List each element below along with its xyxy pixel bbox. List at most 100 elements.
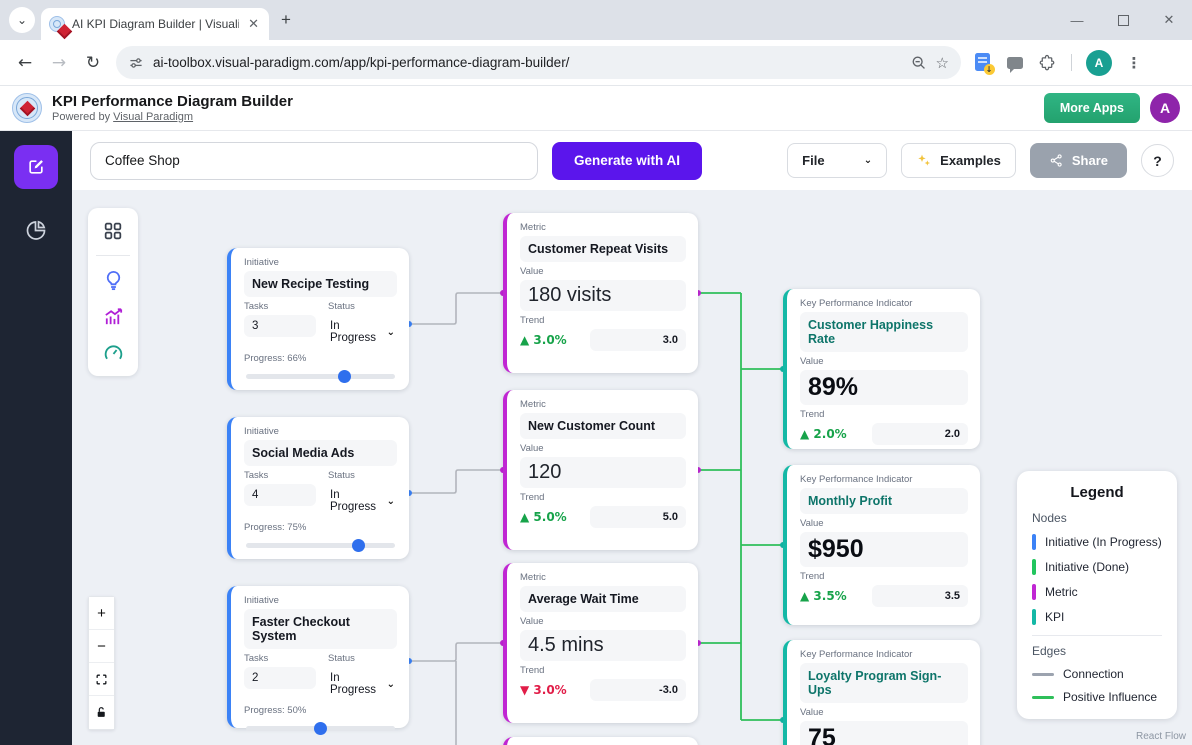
react-flow-attribution[interactable]: React Flow — [1136, 731, 1186, 742]
new-tab-button[interactable]: + — [281, 10, 291, 30]
kpi-node[interactable]: Key Performance Indicator Monthly Profit… — [783, 465, 980, 625]
site-settings-icon[interactable] — [128, 55, 144, 71]
zoom-out-button[interactable]: − — [89, 630, 114, 663]
metric-value-field[interactable]: 4.5 mins — [520, 630, 686, 661]
legend-item: Connection — [1032, 667, 1162, 681]
canvas-controls: + − — [88, 596, 115, 730]
sidebar-item-charts[interactable] — [21, 215, 51, 245]
more-apps-button[interactable]: More Apps — [1043, 93, 1140, 123]
chat-icon[interactable] — [1001, 49, 1029, 77]
kpi-gauge-icon[interactable] — [102, 341, 125, 364]
kpi-node[interactable]: Key Performance Indicator Loyalty Progra… — [783, 640, 980, 745]
initiative-name-field[interactable]: New Recipe Testing — [244, 271, 397, 297]
app-header: KPI Performance Diagram Builder Powered … — [0, 86, 1192, 131]
trend-value-field[interactable]: 5.0 — [590, 506, 686, 528]
tasks-field[interactable]: 3 — [244, 315, 316, 337]
initiative-node[interactable]: Initiative New Recipe Testing Tasks 3 St… — [227, 248, 409, 390]
app-title-block: KPI Performance Diagram Builder Powered … — [52, 93, 293, 122]
initiative-name-field[interactable]: Faster Checkout System — [244, 609, 397, 649]
docs-offline-icon[interactable]: ↓ — [969, 49, 997, 77]
powered-by-link[interactable]: Visual Paradigm — [113, 111, 193, 123]
window-controls: — ✕ — [1054, 0, 1192, 40]
legend-item-label: Connection — [1063, 667, 1124, 681]
status-select[interactable]: In Progress ⌄ — [328, 315, 397, 349]
share-label: Share — [1071, 153, 1108, 168]
kpi-name-field[interactable]: Customer Happiness Rate — [800, 312, 968, 352]
color-swatch — [1032, 584, 1036, 600]
file-menu-button[interactable]: File ⌄ — [787, 143, 888, 178]
trend-value-field[interactable]: 2.0 — [872, 423, 968, 445]
color-swatch — [1032, 559, 1036, 575]
metric-node[interactable]: Metric Customer Repeat Visits Value 180 … — [503, 213, 698, 373]
chevron-down-icon: ⌄ — [386, 495, 395, 507]
kpi-value-field[interactable]: 75 — [800, 721, 968, 745]
metric-name-field[interactable]: New Customer Count — [520, 413, 686, 439]
window-close-icon[interactable]: ✕ — [1146, 0, 1192, 40]
metric-name-field[interactable]: Customer Repeat Visits — [520, 236, 686, 262]
zoom-page-icon[interactable] — [910, 54, 927, 71]
metric-node[interactable]: Metric Average Wait Time Value 4.5 mins … — [503, 563, 698, 723]
initiative-node[interactable]: Initiative Social Media Ads Tasks 4 Stat… — [227, 417, 409, 559]
generate-with-ai-button[interactable]: Generate with AI — [552, 141, 703, 180]
toolbar: Generate with AI File ⌄ Examples Share ? — [72, 131, 1192, 190]
progress-slider[interactable] — [244, 370, 397, 383]
lock-button[interactable] — [89, 696, 114, 729]
initiative-node[interactable]: Initiative Faster Checkout System Tasks … — [227, 586, 409, 735]
powered-by-text: Powered by — [52, 110, 111, 123]
metric-node-partial[interactable] — [503, 737, 698, 745]
initiative-label: Initiative — [244, 426, 279, 437]
trend-value-field[interactable]: 3.0 — [590, 329, 686, 351]
kpi-name-field[interactable]: Loyalty Program Sign-Ups — [800, 663, 968, 703]
minimize-icon[interactable]: — — [1054, 0, 1100, 40]
maximize-icon[interactable] — [1100, 0, 1146, 40]
share-icon — [1050, 154, 1062, 167]
metric-node[interactable]: Metric New Customer Count Value 120 Tren… — [503, 390, 698, 550]
browser-tab[interactable]: AI KPI Diagram Builder | Visualiz ✕ — [41, 8, 269, 40]
user-avatar[interactable]: A — [1150, 93, 1180, 123]
progress-slider[interactable] — [244, 722, 397, 735]
metric-chart-icon[interactable] — [102, 305, 125, 328]
kpi-node[interactable]: Key Performance Indicator Customer Happi… — [783, 289, 980, 449]
legend-item-label: Positive Influence — [1063, 690, 1158, 704]
legend-panel: Legend Nodes Initiative (In Progress) In… — [1017, 471, 1177, 719]
metric-value-field[interactable]: 180 visits — [520, 280, 686, 311]
progress-slider[interactable] — [244, 539, 397, 552]
metric-value-field[interactable]: 120 — [520, 457, 686, 488]
browser-menu-icon[interactable]: ⋮ — [1120, 49, 1148, 77]
forward-icon[interactable]: → — [44, 48, 74, 78]
tasks-field[interactable]: 4 — [244, 484, 316, 506]
prompt-input[interactable] — [90, 141, 538, 180]
back-icon[interactable]: ← — [10, 48, 40, 78]
trend-value-field[interactable]: -3.0 — [590, 679, 686, 701]
status-select[interactable]: In Progress ⌄ — [328, 667, 397, 701]
url-bar[interactable]: ai-toolbox.visual-paradigm.com/app/kpi-p… — [116, 46, 961, 79]
chevron-down-icon: ⌄ — [863, 155, 873, 166]
diagram-canvas[interactable]: Initiative New Recipe Testing Tasks 3 St… — [72, 190, 1192, 745]
edge-swatch — [1032, 672, 1054, 676]
initiative-name-field[interactable]: Social Media Ads — [244, 440, 397, 466]
color-swatch — [1032, 534, 1036, 550]
examples-button[interactable]: Examples — [901, 143, 1016, 178]
browser-profile-avatar[interactable]: A — [1086, 49, 1112, 76]
status-select[interactable]: In Progress ⌄ — [328, 484, 397, 518]
trend-value-field[interactable]: 3.5 — [872, 585, 968, 607]
kpi-value-field[interactable]: $950 — [800, 532, 968, 567]
bookmark-star-icon[interactable]: ☆ — [936, 54, 949, 72]
extensions-icon[interactable] — [1033, 49, 1061, 77]
tasks-field[interactable]: 2 — [244, 667, 316, 689]
initiative-bulb-icon[interactable] — [102, 269, 125, 292]
metric-name-field[interactable]: Average Wait Time — [520, 586, 686, 612]
tab-search-button[interactable]: ⌄ — [9, 7, 35, 33]
help-button[interactable]: ? — [1141, 144, 1174, 177]
fit-view-button[interactable] — [89, 663, 114, 696]
refresh-icon[interactable]: ↻ — [78, 48, 108, 78]
share-button[interactable]: Share — [1029, 143, 1127, 178]
sidebar-item-editor[interactable] — [14, 145, 58, 189]
kpi-name-field[interactable]: Monthly Profit — [800, 488, 968, 514]
tab-close-icon[interactable]: ✕ — [246, 17, 261, 32]
zoom-in-button[interactable]: + — [89, 597, 114, 630]
grid-icon[interactable] — [102, 220, 124, 242]
node-palette — [88, 208, 138, 376]
trend-percent: ▼ 3.0% — [520, 683, 567, 697]
kpi-value-field[interactable]: 89% — [800, 370, 968, 405]
